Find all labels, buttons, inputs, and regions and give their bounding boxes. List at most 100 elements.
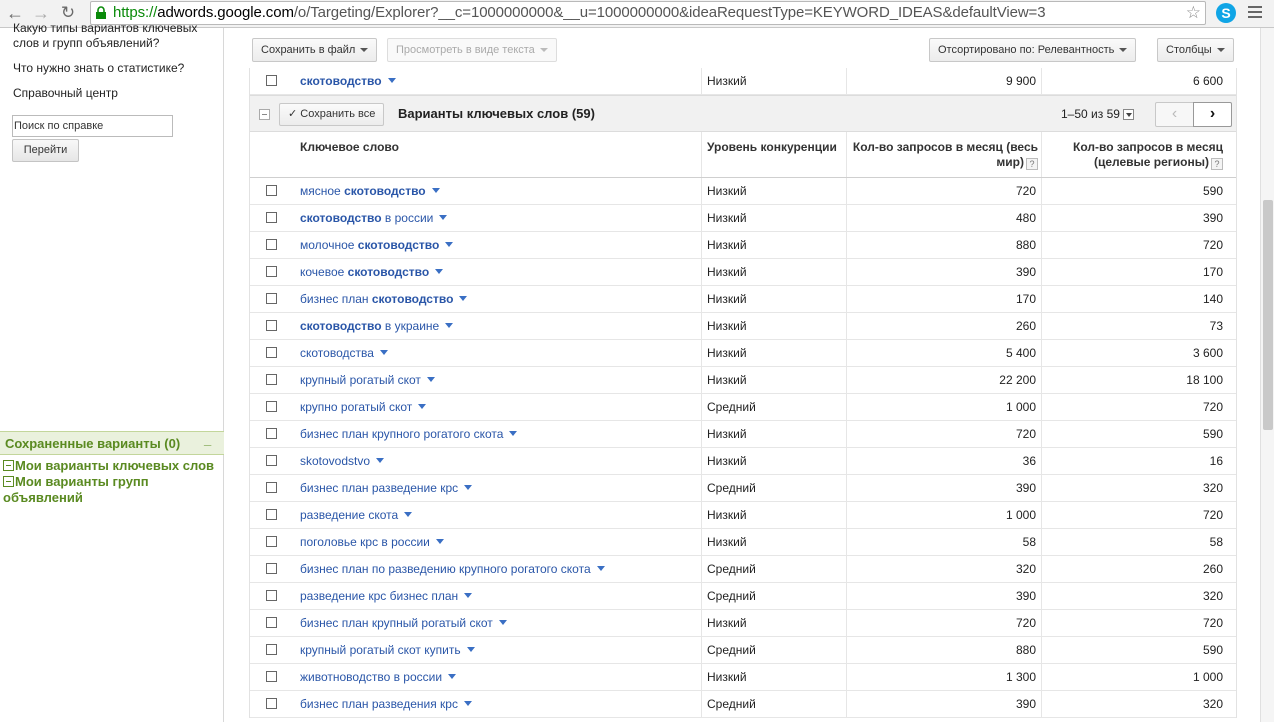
- pager-range[interactable]: 1–50 из 59: [1061, 107, 1134, 121]
- keyword-link[interactable]: бизнес план крупный рогатый скот: [300, 610, 507, 637]
- keyword-link[interactable]: поголовье крс в россии: [300, 529, 444, 556]
- header-competition[interactable]: Уровень конкуренции: [707, 140, 837, 155]
- chevron-down-icon[interactable]: [464, 593, 473, 598]
- keyword-link[interactable]: бизнес план разведения крс: [300, 691, 472, 718]
- row-checkbox[interactable]: [266, 401, 277, 412]
- worldwide-searches: 880: [1015, 643, 1036, 657]
- keyword-link[interactable]: бизнес план по разведению крупного рогат…: [300, 556, 605, 583]
- row-checkbox[interactable]: [266, 590, 277, 601]
- chevron-down-icon[interactable]: [379, 350, 388, 355]
- local-searches: 260: [1202, 562, 1223, 576]
- row-checkbox[interactable]: [266, 320, 277, 331]
- row-checkbox[interactable]: [266, 698, 277, 709]
- help-link-types-line2[interactable]: слов и групп объявлений?: [13, 36, 159, 50]
- header-local[interactable]: Кол-во запросов в месяц (целевые регионы)…: [1050, 140, 1223, 170]
- chevron-down-icon[interactable]: [376, 458, 385, 463]
- prev-page-button[interactable]: ‹: [1155, 102, 1194, 127]
- chevron-down-icon[interactable]: [445, 242, 454, 247]
- keyword-link[interactable]: бизнес план скотоводство: [300, 286, 468, 313]
- row-checkbox[interactable]: [266, 536, 277, 547]
- chevron-down-icon[interactable]: [596, 566, 605, 571]
- keyword-link[interactable]: крупно рогатый скот: [300, 394, 427, 421]
- view-as-text-button[interactable]: Просмотреть в виде текста: [387, 38, 557, 62]
- save-all-button[interactable]: ✓ Сохранить все: [279, 103, 385, 126]
- chevron-down-icon[interactable]: [1122, 109, 1134, 120]
- row-checkbox[interactable]: [266, 455, 277, 466]
- chevron-down-icon[interactable]: [448, 674, 457, 679]
- row-checkbox[interactable]: [266, 617, 277, 628]
- chevron-down-icon[interactable]: [418, 404, 427, 409]
- chevron-down-icon[interactable]: [387, 78, 396, 83]
- keyword-link[interactable]: скотоводство в россии: [300, 205, 448, 232]
- help-search-input[interactable]: Поиск по справке: [12, 115, 173, 137]
- row-checkbox[interactable]: [266, 644, 277, 655]
- chevron-down-icon[interactable]: [459, 296, 468, 301]
- go-button[interactable]: Перейти: [12, 139, 79, 162]
- chevron-down-icon[interactable]: [498, 620, 507, 625]
- help-icon[interactable]: ?: [1211, 158, 1223, 170]
- keyword-link[interactable]: мясное скотоводство: [300, 178, 440, 205]
- chevron-down-icon[interactable]: [509, 431, 518, 436]
- chevron-down-icon[interactable]: [435, 269, 444, 274]
- header-keyword[interactable]: Ключевое слово: [300, 140, 399, 155]
- save-to-file-button[interactable]: Сохранить в файл: [252, 38, 378, 62]
- columns-dropdown[interactable]: Столбцы: [1157, 38, 1234, 62]
- keyword-link[interactable]: скотоводство в украине: [300, 313, 454, 340]
- tree-my-ad-groups[interactable]: Мои варианты групп объявлений: [3, 474, 149, 506]
- keyword-link[interactable]: молочное скотоводство: [300, 232, 454, 259]
- next-page-button[interactable]: ›: [1193, 102, 1232, 127]
- keyword-link[interactable]: разведение крс бизнес план: [300, 583, 473, 610]
- chevron-down-icon[interactable]: [431, 188, 440, 193]
- chevron-down-icon[interactable]: [439, 215, 448, 220]
- keyword-link[interactable]: крупный рогатый скот купить: [300, 637, 475, 664]
- row-checkbox[interactable]: [266, 239, 277, 250]
- row-checkbox[interactable]: [266, 509, 277, 520]
- row-checkbox[interactable]: [266, 293, 277, 304]
- keyword-link[interactable]: бизнес план крупного рогатого скота: [300, 421, 518, 448]
- header-worldwide[interactable]: Кол-во запросов в месяц (весь мир)?: [848, 140, 1038, 170]
- row-checkbox[interactable]: [266, 671, 277, 682]
- keyword-link[interactable]: кочевое скотоводство: [300, 259, 444, 286]
- chevron-down-icon[interactable]: [463, 701, 472, 706]
- chevron-down-icon[interactable]: [404, 512, 413, 517]
- scrollbar[interactable]: [1260, 28, 1274, 722]
- chevron-down-icon[interactable]: [435, 539, 444, 544]
- collapse-icon[interactable]: [3, 476, 14, 487]
- row-checkbox[interactable]: [266, 266, 277, 277]
- chevron-down-icon[interactable]: [426, 377, 435, 382]
- row-checkbox[interactable]: [266, 347, 277, 358]
- row-checkbox[interactable]: [266, 374, 277, 385]
- row-checkbox[interactable]: [266, 75, 277, 86]
- chevron-down-icon[interactable]: [445, 323, 454, 328]
- keyword-link[interactable]: разведение скота: [300, 502, 413, 529]
- scrollbar-thumb[interactable]: [1263, 200, 1273, 430]
- address-bar[interactable]: https://adwords.google.com/o/Targeting/E…: [90, 1, 1206, 25]
- chevron-down-icon[interactable]: [464, 485, 473, 490]
- competition-value: Низкий: [707, 346, 747, 360]
- row-checkbox[interactable]: [266, 428, 277, 439]
- row-checkbox[interactable]: [266, 185, 277, 196]
- keyword-link[interactable]: животноводство в россии: [300, 664, 457, 691]
- row-checkbox[interactable]: [266, 482, 277, 493]
- tree-my-keywords[interactable]: Мои варианты ключевых слов: [3, 458, 214, 474]
- keyword-link[interactable]: крупный рогатый скот: [300, 367, 435, 394]
- row-checkbox[interactable]: [266, 563, 277, 574]
- keyword-link[interactable]: скотоводства: [300, 340, 388, 367]
- skype-icon[interactable]: S: [1216, 3, 1236, 23]
- star-icon[interactable]: ☆: [1186, 3, 1201, 23]
- chevron-down-icon[interactable]: [466, 647, 475, 652]
- help-link-stats[interactable]: Что нужно знать о статистике?: [13, 61, 184, 75]
- help-center-link[interactable]: Справочный центр: [13, 86, 118, 100]
- keyword-link[interactable]: скотоводство: [300, 68, 396, 95]
- collapse-icon[interactable]: [3, 460, 14, 471]
- row-checkbox[interactable]: [266, 212, 277, 223]
- keyword-link[interactable]: бизнес план разведение крс: [300, 475, 473, 502]
- menu-icon[interactable]: [1248, 6, 1262, 21]
- keyword-link[interactable]: skotovodstvo: [300, 448, 385, 475]
- table-row: кочевое скотоводство Низкий 390 170: [250, 259, 1236, 286]
- collapse-icon[interactable]: [259, 109, 270, 120]
- help-icon[interactable]: ?: [1026, 158, 1038, 170]
- help-link-types-line1[interactable]: Какую типы вариантов ключевых: [13, 21, 197, 35]
- sort-dropdown[interactable]: Отсортировано по: Релевантность: [929, 38, 1137, 62]
- minimize-icon[interactable]: _: [204, 432, 211, 447]
